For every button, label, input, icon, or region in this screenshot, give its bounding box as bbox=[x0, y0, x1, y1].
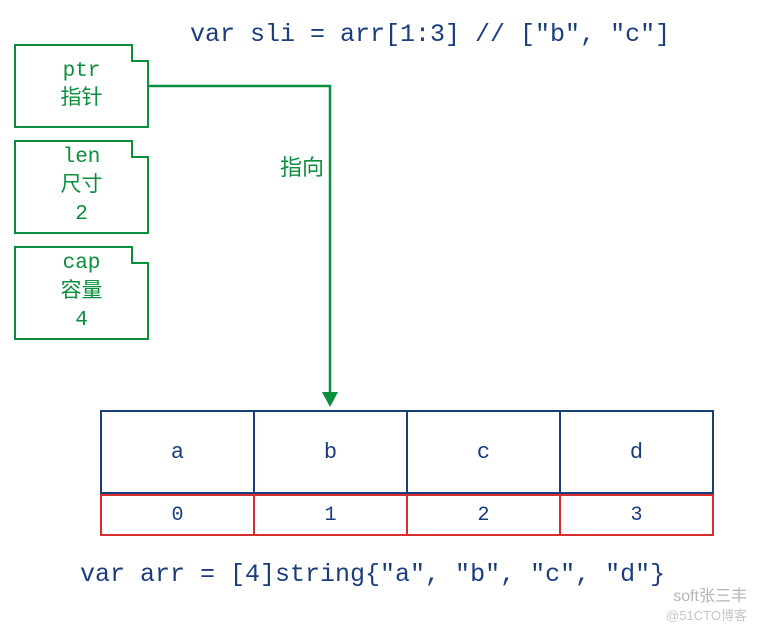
code-array-declaration: var arr = [4]string{"a", "b", "c", "d"} bbox=[80, 560, 665, 589]
array-cell: b bbox=[253, 410, 408, 494]
cap-zh-label: 容量 bbox=[16, 279, 147, 307]
len-zh-label: 尺寸 bbox=[16, 173, 147, 201]
box-notch-icon bbox=[131, 140, 149, 158]
box-notch-icon bbox=[131, 44, 149, 62]
array-cell: a bbox=[100, 410, 255, 494]
box-notch-icon bbox=[131, 246, 149, 264]
cap-value: 4 bbox=[16, 307, 147, 335]
array-cell: d bbox=[559, 410, 714, 494]
len-name: len bbox=[16, 144, 147, 172]
watermark-line2: @51CTO博客 bbox=[666, 608, 747, 625]
backing-array: a b c d bbox=[100, 410, 714, 494]
index-cell: 1 bbox=[253, 494, 408, 536]
index-cell: 3 bbox=[559, 494, 714, 536]
diagram-canvas: var sli = arr[1:3] // ["b", "c"] ptr 指针 … bbox=[0, 0, 771, 637]
ptr-name: ptr bbox=[16, 58, 147, 86]
index-cell: 2 bbox=[406, 494, 561, 536]
array-cell: c bbox=[406, 410, 561, 494]
cap-name: cap bbox=[16, 250, 147, 278]
slice-field-ptr: ptr 指针 bbox=[14, 44, 149, 128]
watermark-line1: soft张三丰 bbox=[666, 587, 747, 608]
arrow-label: 指向 bbox=[280, 150, 324, 182]
len-value: 2 bbox=[16, 201, 147, 229]
index-row: 0 1 2 3 bbox=[100, 494, 714, 536]
ptr-zh-label: 指针 bbox=[16, 86, 147, 114]
slice-field-cap: cap 容量 4 bbox=[14, 246, 149, 340]
watermark: soft张三丰 @51CTO博客 bbox=[666, 587, 747, 625]
slice-field-len: len 尺寸 2 bbox=[14, 140, 149, 234]
index-cell: 0 bbox=[100, 494, 255, 536]
code-slice-declaration: var sli = arr[1:3] // ["b", "c"] bbox=[190, 20, 670, 49]
